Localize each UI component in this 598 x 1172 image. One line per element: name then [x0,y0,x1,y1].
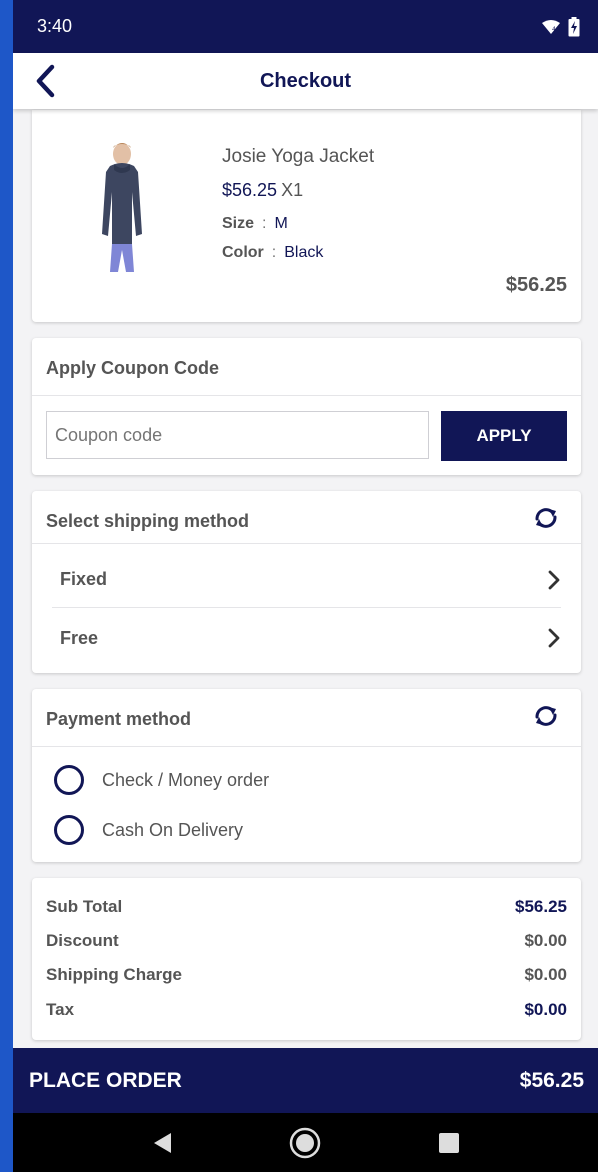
refresh-shipping-icon[interactable] [531,505,561,531]
app-bar: Checkout [13,53,598,109]
size-separator: : [262,215,267,232]
shipping-title: Select shipping method [46,511,250,531]
product-size: Size: M [222,215,288,233]
color-label: Color [222,244,264,261]
chevron-left-icon [36,64,55,98]
shipping-option-free[interactable]: Free [52,610,561,666]
tax-label: Tax [46,1000,75,1019]
shipping-charge-value: $0.00 [524,965,567,984]
product-name[interactable]: Josie Yoga Jacket [222,146,374,168]
coupon-divider [32,395,581,396]
chevron-right-icon [548,570,560,589]
tax-row: Tax $0.00 [46,1000,567,1020]
radio-button[interactable] [54,765,84,795]
shipping-charge-row: Shipping Charge $0.00 [46,965,567,985]
shipping-option-label: Free [60,627,99,648]
subtotal-row: Sub Total $56.25 [46,897,567,917]
shipping-divider [32,543,581,544]
payment-title: Payment method [46,709,192,729]
product-price: $56.25 [222,180,278,200]
coupon-input[interactable] [46,411,429,459]
app-screen: 3:40 4 Checkout Josie Yoga Jacket $56.25… [13,0,598,1172]
system-nav-bar [13,1113,598,1172]
size-value: M [274,215,288,232]
place-order-button[interactable]: PLACE ORDER $56.25 [13,1048,598,1113]
nav-recents-icon[interactable] [438,1132,460,1154]
product-color: Color: Black [222,244,323,262]
nav-home-icon[interactable] [288,1126,322,1160]
back-button[interactable] [25,61,65,101]
chevron-right-icon [548,628,560,648]
status-icons: 4 [541,16,580,37]
payment-option-label: Check / Money order [102,769,270,790]
payment-option-cod[interactable]: Cash On Delivery [54,815,243,845]
shipping-charge-label: Shipping Charge [46,965,182,984]
wifi-icon: 4 [542,19,560,34]
item-line-total: $56.25 [505,274,567,296]
discount-row: Discount $0.00 [46,931,567,951]
subtotal-label: Sub Total [46,897,123,916]
product-price-line: $56.25 X1 [222,180,303,201]
shipping-method-card: Select shipping method Fixed Free [32,491,581,673]
nav-back-icon[interactable] [151,1131,173,1155]
color-separator: : [271,244,277,261]
product-quantity: X1 [281,180,304,200]
payment-divider [32,746,581,747]
refresh-payment-icon[interactable] [531,703,561,729]
shipping-option-fixed[interactable]: Fixed [52,552,561,608]
status-bar: 3:40 4 [13,0,598,53]
place-order-total: $56.25 [519,1068,584,1092]
status-time: 3:40 [37,16,73,36]
radio-button[interactable] [54,815,84,845]
coupon-card: Apply Coupon Code APPLY [32,338,581,475]
battery-charging-icon [568,16,580,36]
subtotal-value: $56.25 [515,897,567,916]
shipping-option-label: Fixed [60,569,108,589]
order-summary-card: Sub Total $56.25 Discount $0.00 Shipping… [32,878,581,1040]
payment-option-label: Cash On Delivery [102,819,244,840]
product-image[interactable] [72,138,172,278]
svg-text:4: 4 [552,26,556,33]
discount-value: $0.00 [524,931,567,950]
tax-value: $0.00 [524,1000,567,1019]
cart-item-card: Josie Yoga Jacket $56.25 X1 Size: M Color:… [32,110,581,322]
page-title: Checkout [259,69,352,92]
coupon-title: Apply Coupon Code [46,358,219,378]
apply-coupon-button[interactable]: APPLY [441,411,567,461]
color-value: Black [284,244,324,261]
device-frame-edge [0,0,13,1172]
payment-option-check[interactable]: Check / Money order [54,765,269,795]
size-label: Size [222,215,255,232]
discount-label: Discount [46,931,119,950]
place-order-label: PLACE ORDER [29,1068,182,1092]
payment-method-card: Payment method Check / Money order Cash … [32,689,581,862]
